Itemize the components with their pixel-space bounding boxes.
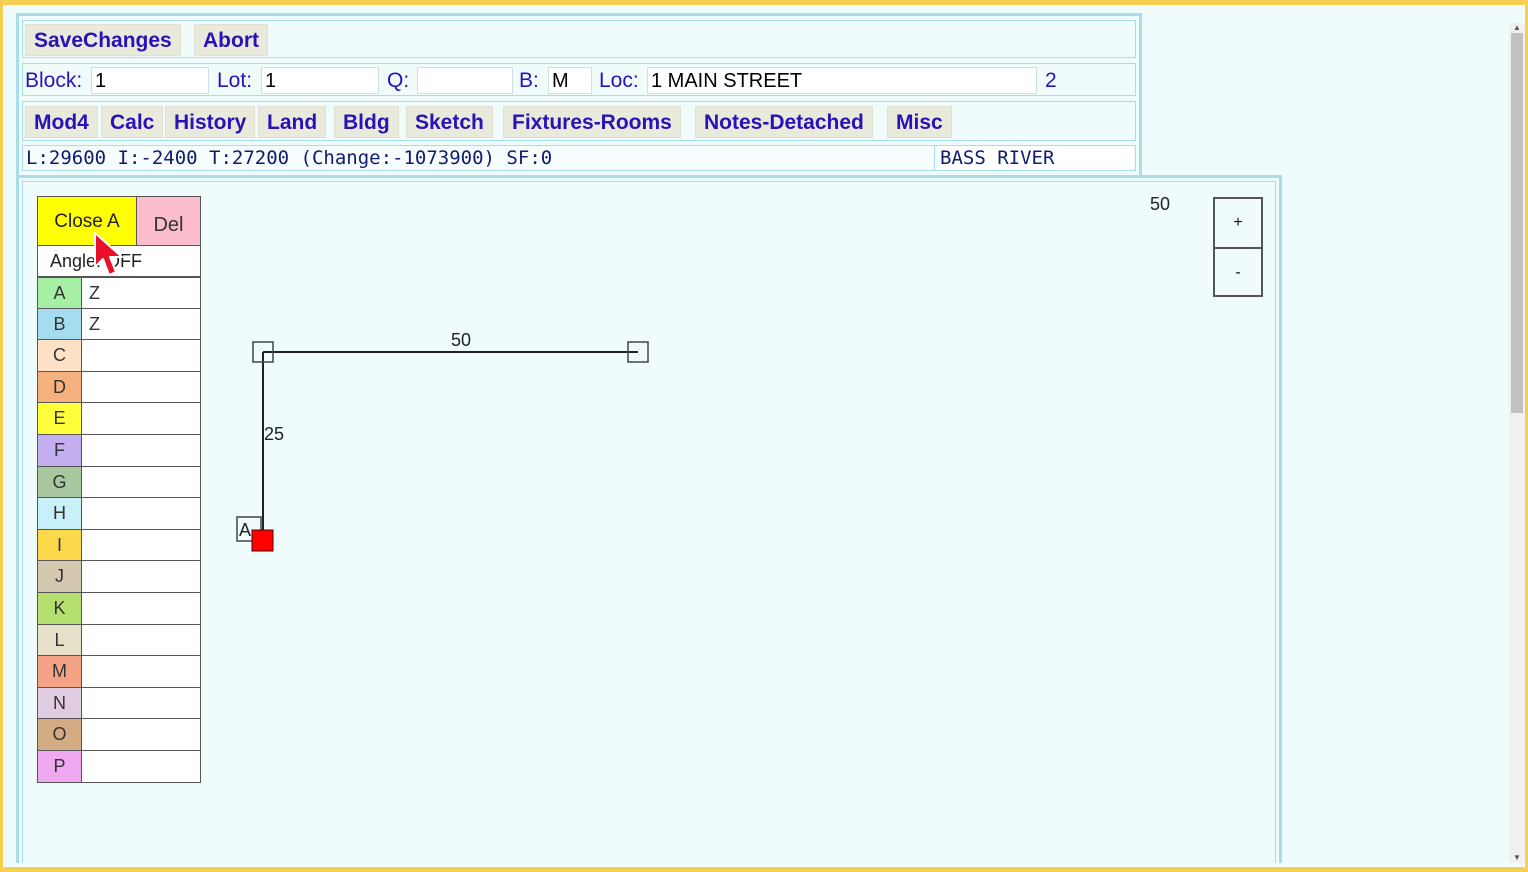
area-key[interactable]: C xyxy=(38,340,82,371)
app-frame: SaveChanges Abort Block: 1 Lot: 1 Q: B: … xyxy=(0,0,1528,872)
tab-notes-detached[interactable]: Notes-Detached xyxy=(695,106,873,138)
block-label: Block: xyxy=(25,69,83,92)
lot-field[interactable]: 1 xyxy=(261,67,379,94)
area-row-e[interactable]: E xyxy=(37,403,201,435)
area-list: AZBZCDEFGHIJKLMNOP xyxy=(37,277,201,783)
area-row-d[interactable]: D xyxy=(37,371,201,404)
area-key[interactable]: G xyxy=(38,466,82,498)
area-row-k[interactable]: K xyxy=(37,592,201,625)
area-key[interactable]: E xyxy=(38,403,82,434)
tab-mod4[interactable]: Mod4 xyxy=(25,106,98,138)
zoom-out-button[interactable]: - xyxy=(1215,249,1261,297)
area-key[interactable]: J xyxy=(38,561,82,592)
tab-land[interactable]: Land xyxy=(258,106,327,138)
parcel-info-bar: Block: 1 Lot: 1 Q: B: M Loc: 1 MAIN STRE… xyxy=(22,63,1136,96)
area-row-l[interactable]: L xyxy=(37,624,201,657)
scale-label: 50 xyxy=(1150,194,1171,214)
area-row-n[interactable]: N xyxy=(37,687,201,720)
area-row-p[interactable]: P xyxy=(37,750,201,783)
area-row-i[interactable]: I xyxy=(37,529,201,562)
q-label: Q: xyxy=(387,69,410,92)
tab-calc[interactable]: Calc xyxy=(101,106,164,138)
zoom-control: + - xyxy=(1213,197,1263,297)
start-point-label: A xyxy=(239,520,251,540)
area-key[interactable]: M xyxy=(38,656,82,687)
area-key[interactable]: D xyxy=(38,371,82,403)
save-changes-button[interactable]: SaveChanges xyxy=(25,24,181,56)
tab-bldg[interactable]: Bldg xyxy=(334,106,399,138)
area-row-m[interactable]: M xyxy=(37,656,201,688)
card-number: 2 xyxy=(1045,69,1057,92)
area-key[interactable]: I xyxy=(38,529,82,561)
area-row-o[interactable]: O xyxy=(37,719,201,751)
area-key[interactable]: A xyxy=(38,278,82,308)
zoom-in-button[interactable]: + xyxy=(1215,199,1261,249)
scroll-up-arrow-icon[interactable]: ▲ xyxy=(1509,23,1525,33)
area-key[interactable]: O xyxy=(38,719,82,750)
area-key[interactable]: H xyxy=(38,498,82,529)
b-field[interactable]: M xyxy=(548,67,592,94)
vertical-scrollbar[interactable]: ▲ ▼ xyxy=(1509,23,1525,863)
area-key[interactable]: K xyxy=(38,592,82,624)
scroll-down-arrow-icon[interactable]: ▼ xyxy=(1509,853,1525,863)
action-bar: SaveChanges Abort xyxy=(22,20,1136,58)
b-label: B: xyxy=(519,69,539,92)
sketch-canvas[interactable]: A 50 25 Close A Del Angle: OFF AZBZCDEFG… xyxy=(22,181,1276,863)
area-row-f[interactable]: F xyxy=(37,434,201,467)
tab-history[interactable]: History xyxy=(165,106,256,138)
area-row-b[interactable]: BZ xyxy=(37,308,201,341)
lot-label: Lot: xyxy=(217,69,253,92)
current-point-marker[interactable] xyxy=(251,529,274,552)
q-field[interactable] xyxy=(417,67,513,94)
scrollbar-thumb[interactable] xyxy=(1511,33,1523,413)
area-key[interactable]: F xyxy=(38,434,82,466)
segment-left-length: 25 xyxy=(264,424,284,444)
delete-button[interactable]: Del xyxy=(137,196,201,246)
sketch-panel: A 50 25 Close A Del Angle: OFF AZBZCDEFG… xyxy=(16,175,1282,863)
area-key[interactable]: P xyxy=(38,750,82,782)
tab-fixtures-rooms[interactable]: Fixtures-Rooms xyxy=(503,106,681,138)
area-code[interactable]: Z xyxy=(89,278,100,308)
area-key[interactable]: L xyxy=(38,624,82,656)
area-row-a[interactable]: AZ xyxy=(37,277,201,309)
town-name: BASS RIVER xyxy=(937,146,1133,170)
tab-bar: Mod4 Calc History Land Bldg Sketch Fixtu… xyxy=(22,101,1136,141)
area-row-c[interactable]: C xyxy=(37,340,201,372)
mouse-pointer-icon xyxy=(94,232,123,276)
segment-top-length: 50 xyxy=(451,330,471,350)
area-row-j[interactable]: J xyxy=(37,561,201,593)
area-key[interactable]: N xyxy=(38,687,82,719)
loc-label: Loc: xyxy=(599,69,639,92)
area-row-h[interactable]: H xyxy=(37,498,201,530)
location-field[interactable]: 1 MAIN STREET xyxy=(647,67,1037,94)
block-field[interactable]: 1 xyxy=(91,67,209,94)
area-code[interactable]: Z xyxy=(89,309,100,339)
area-key[interactable]: B xyxy=(38,308,82,340)
valuation-summary: L:29600 I:-2400 T:27200 (Change:-1073900… xyxy=(23,146,935,170)
tab-sketch[interactable]: Sketch xyxy=(406,106,493,138)
sketch-drawing[interactable]: A 50 25 xyxy=(23,182,1273,863)
tab-misc[interactable]: Misc xyxy=(887,106,952,138)
abort-button[interactable]: Abort xyxy=(194,24,268,56)
area-row-g[interactable]: G xyxy=(37,466,201,499)
status-bar: L:29600 I:-2400 T:27200 (Change:-1073900… xyxy=(22,145,1136,171)
header-panel: SaveChanges Abort Block: 1 Lot: 1 Q: B: … xyxy=(16,13,1142,179)
